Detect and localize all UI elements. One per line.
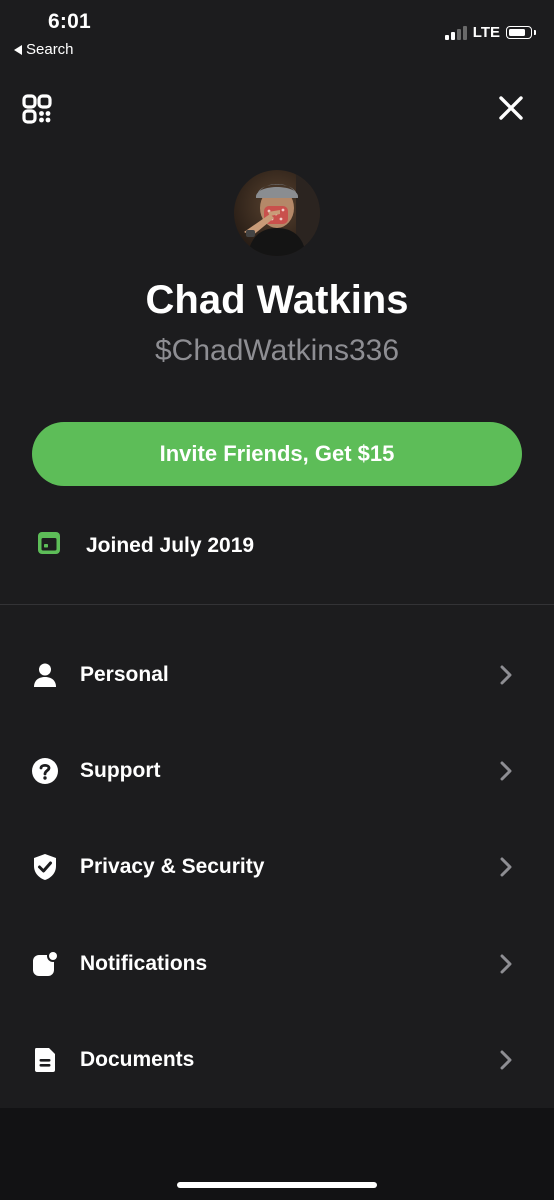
profile-name: Chad Watkins — [145, 278, 409, 322]
chevron-right-icon — [498, 760, 514, 782]
menu-item-support[interactable]: Support — [0, 723, 554, 819]
qr-code-icon[interactable] — [22, 94, 52, 124]
network-label: LTE — [472, 24, 500, 41]
menu-item-label: Support — [80, 759, 161, 782]
menu-item-label: Documents — [80, 1048, 195, 1071]
status-indicators: LTE — [444, 24, 536, 41]
notification-icon — [30, 949, 60, 979]
shield-check-icon — [30, 852, 60, 882]
calendar-icon — [36, 530, 62, 561]
person-icon — [30, 660, 60, 690]
home-indicator[interactable] — [177, 1182, 377, 1188]
back-to-search-link[interactable]: Search — [14, 41, 74, 58]
menu-item-privacy-security[interactable]: Privacy & Security — [0, 819, 554, 915]
menu-item-label: Notifications — [80, 952, 208, 975]
chevron-right-icon — [498, 1049, 514, 1071]
document-icon — [30, 1045, 60, 1075]
invite-friends-button[interactable]: Invite Friends, Get $15 — [32, 422, 522, 486]
menu-item-personal[interactable]: Personal — [0, 627, 554, 723]
menu-item-documents[interactable]: Documents — [0, 1012, 554, 1108]
chevron-right-icon — [498, 664, 514, 686]
chevron-right-icon — [498, 856, 514, 878]
question-icon — [30, 756, 60, 786]
status-time: 6:01 — [48, 10, 91, 33]
battery-icon — [506, 26, 536, 39]
menu-item-notifications[interactable]: Notifications — [0, 916, 554, 1012]
signal-icon — [444, 25, 467, 40]
avatar[interactable] — [234, 170, 320, 256]
back-label: Search — [26, 41, 74, 58]
joined-label: Joined July 2019 — [86, 533, 255, 557]
menu-item-label: Personal — [80, 663, 169, 686]
menu-item-label: Privacy & Security — [80, 855, 265, 878]
profile-cashtag: $ChadWatkins336 — [154, 334, 400, 367]
chevron-right-icon — [498, 953, 514, 975]
section-divider — [0, 604, 554, 605]
close-icon[interactable] — [498, 95, 524, 121]
back-arrow-icon — [14, 44, 22, 55]
profile-screen: 6:01 Search LTE Chad Watkins $ChadWatkin… — [0, 0, 554, 1200]
joined-row: Joined July 2019 — [36, 530, 254, 561]
